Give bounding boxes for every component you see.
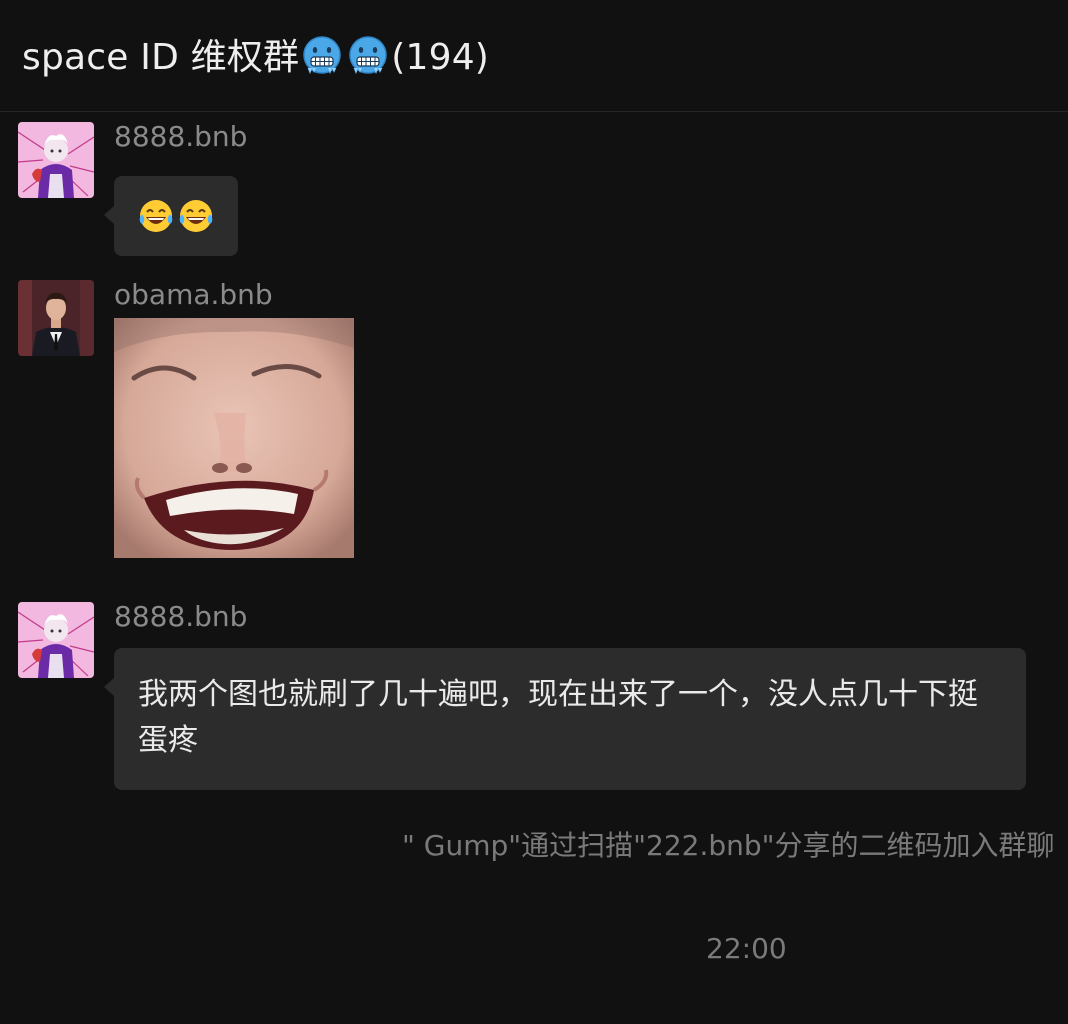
sender-name[interactable]: 8888.bnb <box>114 120 247 153</box>
chat-header: space ID 维权群 (194) <box>0 0 1068 112</box>
system-message: " Gump"通过扫描"222.bnb"分享的二维码加入群聊 <box>402 829 1055 862</box>
chat-title-text: space ID 维权群 <box>22 37 300 78</box>
tears-of-joy-icon <box>177 197 215 235</box>
message-bubble[interactable] <box>104 176 238 256</box>
laughing-child-sticker[interactable] <box>114 318 354 558</box>
freezing-face-icon <box>348 35 388 75</box>
avatar[interactable] <box>18 280 94 356</box>
avatar[interactable] <box>18 602 94 678</box>
chat-window: space ID 维权群 (194) 8888.bnb obama.bnb 88… <box>0 0 1068 1024</box>
chat-title[interactable]: space ID 维权群 (194) <box>22 28 489 80</box>
sender-name[interactable]: obama.bnb <box>114 278 273 311</box>
member-count: (194) <box>391 37 490 78</box>
avatar[interactable] <box>18 122 94 198</box>
freezing-face-icon <box>302 35 342 75</box>
message-bubble[interactable]: 我两个图也就刷了几十遍吧，现在出来了一个，没人点几十下挺蛋疼 <box>104 648 1026 790</box>
tears-of-joy-icon <box>137 197 175 235</box>
sender-name[interactable]: 8888.bnb <box>114 600 247 633</box>
message-text: 我两个图也就刷了几十遍吧，现在出来了一个，没人点几十下挺蛋疼 <box>138 677 978 758</box>
message-timestamp: 22:00 <box>706 932 787 965</box>
